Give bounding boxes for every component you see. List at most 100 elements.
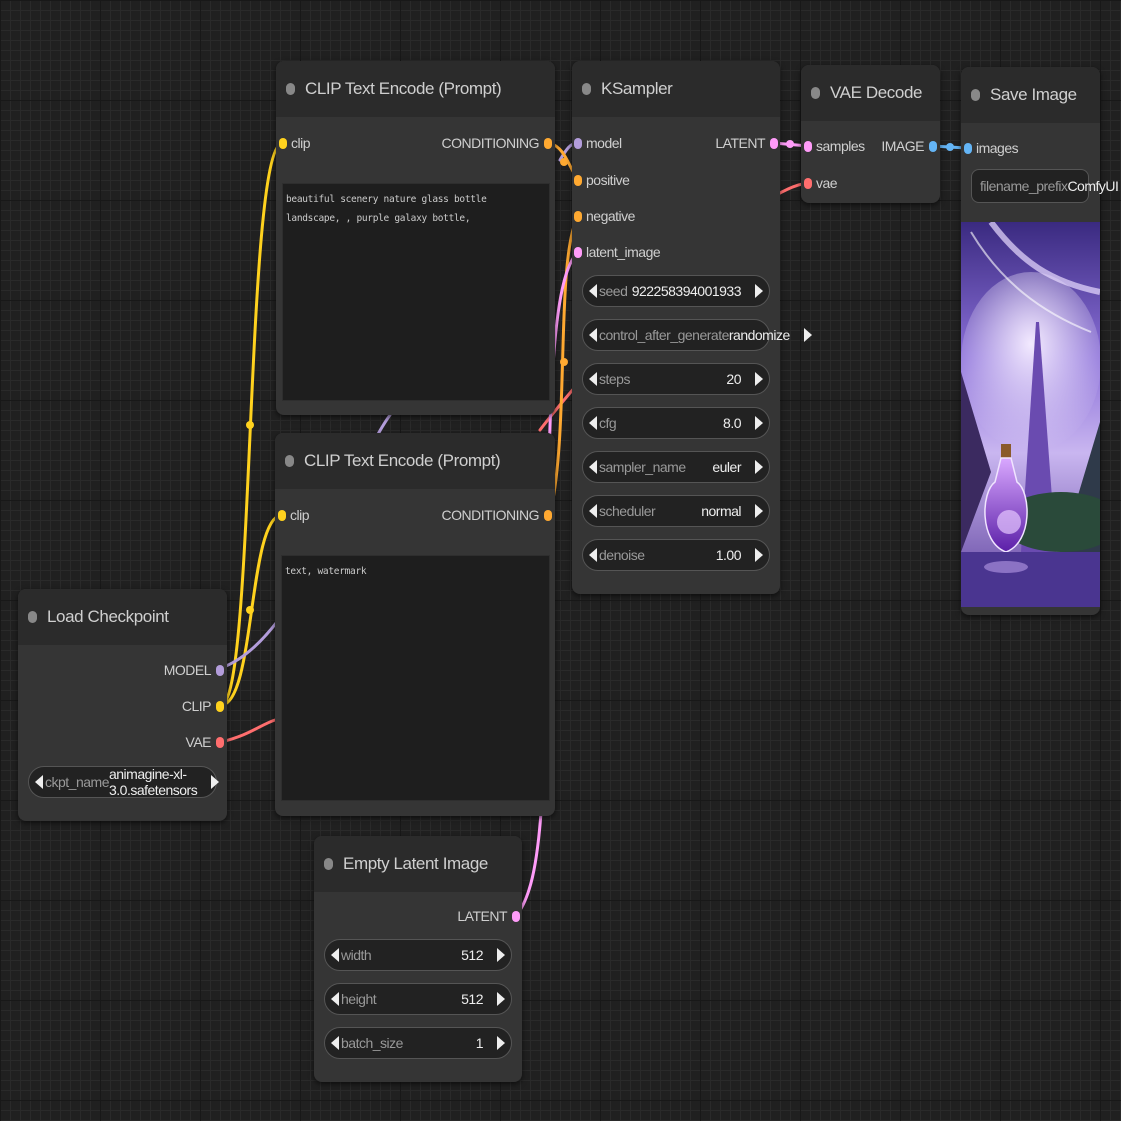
input-clip[interactable]: clip — [279, 135, 311, 151]
clip-text-encode-positive-node[interactable]: CLIP Text Encode (Prompt) clip CONDITION… — [276, 61, 555, 415]
clip-slot-icon[interactable] — [279, 137, 287, 149]
prompt-textarea[interactable]: beautiful scenery nature glass bottle la… — [282, 183, 550, 401]
input-latent-image[interactable]: latent_image — [574, 244, 661, 260]
node-title-bar[interactable]: Save Image — [961, 67, 1100, 123]
latent-slot-icon[interactable] — [574, 246, 582, 258]
batch-size-widget[interactable]: batch_size 1 — [324, 1027, 512, 1059]
output-clip[interactable]: CLIP — [182, 698, 224, 714]
latent-slot-icon[interactable] — [770, 137, 778, 149]
node-title: Save Image — [990, 85, 1077, 104]
decrement-arrow-icon[interactable] — [589, 504, 597, 518]
wire-clip-to-pos — [219, 141, 284, 707]
decrement-arrow-icon[interactable] — [589, 548, 597, 562]
collapse-dot-icon[interactable] — [285, 455, 294, 467]
decrement-arrow-icon[interactable] — [331, 948, 339, 962]
clip-slot-icon[interactable] — [216, 700, 224, 712]
node-title-bar[interactable]: Load Checkpoint — [18, 589, 227, 645]
increment-arrow-icon[interactable] — [211, 775, 220, 789]
collapse-dot-icon[interactable] — [582, 83, 591, 95]
clip-slot-icon[interactable] — [278, 509, 286, 521]
increment-arrow-icon[interactable] — [755, 416, 763, 430]
vae-slot-icon[interactable] — [804, 177, 812, 189]
prompt-textarea[interactable]: text, watermark — [281, 555, 550, 801]
input-vae[interactable]: vae — [804, 175, 838, 191]
connection-wires — [219, 140, 968, 918]
decrement-arrow-icon[interactable] — [331, 992, 339, 1006]
output-conditioning[interactable]: CONDITIONING — [442, 135, 552, 151]
load-checkpoint-node[interactable]: Load Checkpoint MODEL CLIP VAE ckpt_name… — [18, 589, 227, 821]
output-conditioning[interactable]: CONDITIONING — [442, 507, 552, 523]
seed-widget[interactable]: seed 922258394001933 — [582, 275, 770, 307]
input-model[interactable]: model — [574, 135, 622, 151]
node-title-bar[interactable]: VAE Decode — [801, 65, 940, 121]
output-image[interactable]: IMAGE — [881, 138, 937, 154]
input-images[interactable]: images — [964, 140, 1019, 156]
collapse-dot-icon[interactable] — [324, 858, 333, 870]
output-latent[interactable]: LATENT — [457, 908, 520, 924]
increment-arrow-icon[interactable] — [803, 328, 812, 342]
node-title: CLIP Text Encode (Prompt) — [305, 79, 502, 98]
node-title: VAE Decode — [830, 83, 923, 102]
latent-slot-icon[interactable] — [512, 910, 520, 922]
image-slot-icon[interactable] — [929, 140, 937, 152]
decrement-arrow-icon[interactable] — [331, 1036, 339, 1050]
control-after-generate-widget[interactable]: control_after_generate randomize — [582, 319, 812, 351]
increment-arrow-icon[interactable] — [755, 504, 763, 518]
empty-latent-image-node[interactable]: Empty Latent Image LATENT width 512 heig… — [314, 836, 522, 1082]
increment-arrow-icon[interactable] — [755, 460, 763, 474]
vae-slot-icon[interactable] — [216, 736, 224, 748]
conditioning-slot-icon[interactable] — [544, 509, 552, 521]
steps-widget[interactable]: steps 20 — [582, 363, 770, 395]
wire-vae-to-decode — [219, 718, 277, 744]
increment-arrow-icon[interactable] — [755, 548, 763, 562]
decrement-arrow-icon[interactable] — [35, 775, 43, 789]
purple-galaxy-bottle-image[interactable] — [961, 222, 1100, 607]
increment-arrow-icon[interactable] — [497, 992, 505, 1006]
vae-decode-node[interactable]: VAE Decode samples vae IMAGE — [801, 65, 940, 203]
image-slot-icon[interactable] — [964, 142, 972, 154]
decrement-arrow-icon[interactable] — [589, 416, 597, 430]
scheduler-widget[interactable]: scheduler normal — [582, 495, 770, 527]
node-title-bar[interactable]: CLIP Text Encode (Prompt) — [276, 61, 555, 117]
node-title-bar[interactable]: Empty Latent Image — [314, 836, 522, 892]
collapse-dot-icon[interactable] — [286, 83, 295, 95]
clip-text-encode-negative-node[interactable]: CLIP Text Encode (Prompt) clip CONDITION… — [275, 433, 555, 816]
input-negative[interactable]: negative — [574, 208, 635, 224]
sampler-name-widget[interactable]: sampler_name euler — [582, 451, 770, 483]
node-title-bar[interactable]: KSampler — [572, 61, 780, 117]
cfg-widget[interactable]: cfg 8.0 — [582, 407, 770, 439]
input-samples[interactable]: samples — [804, 138, 865, 154]
increment-arrow-icon[interactable] — [755, 372, 763, 386]
conditioning-slot-icon[interactable] — [544, 137, 552, 149]
node-title: KSampler — [601, 79, 673, 98]
output-latent[interactable]: LATENT — [715, 135, 778, 151]
decrement-arrow-icon[interactable] — [589, 284, 597, 298]
conditioning-slot-icon[interactable] — [574, 174, 582, 186]
increment-arrow-icon[interactable] — [755, 284, 763, 298]
latent-slot-icon[interactable] — [804, 140, 812, 152]
collapse-dot-icon[interactable] — [28, 611, 37, 623]
height-widget[interactable]: height 512 — [324, 983, 512, 1015]
width-widget[interactable]: width 512 — [324, 939, 512, 971]
collapse-dot-icon[interactable] — [971, 89, 980, 101]
input-positive[interactable]: positive — [574, 172, 630, 188]
denoise-widget[interactable]: denoise 1.00 — [582, 539, 770, 571]
save-image-node[interactable]: Save Image images filename_prefix ComfyU… — [961, 67, 1119, 615]
decrement-arrow-icon[interactable] — [589, 372, 597, 386]
model-slot-icon[interactable] — [216, 664, 224, 676]
decrement-arrow-icon[interactable] — [589, 460, 597, 474]
increment-arrow-icon[interactable] — [497, 948, 505, 962]
ksampler-node[interactable]: KSampler model positive negative latent_… — [572, 61, 812, 594]
filename-prefix-widget[interactable]: filename_prefix ComfyUI — [971, 169, 1119, 203]
decrement-arrow-icon[interactable] — [589, 328, 597, 342]
increment-arrow-icon[interactable] — [497, 1036, 505, 1050]
input-clip[interactable]: clip — [278, 507, 310, 523]
ckpt-name-widget[interactable]: ckpt_name animagine-xl-3.0.safetensors — [28, 766, 220, 798]
model-slot-icon[interactable] — [574, 137, 582, 149]
wire-clip-to-neg — [219, 513, 283, 707]
collapse-dot-icon[interactable] — [811, 87, 820, 99]
output-vae[interactable]: VAE — [186, 734, 224, 750]
node-title-bar[interactable]: CLIP Text Encode (Prompt) — [275, 433, 555, 489]
conditioning-slot-icon[interactable] — [574, 210, 582, 222]
output-model[interactable]: MODEL — [164, 662, 224, 678]
